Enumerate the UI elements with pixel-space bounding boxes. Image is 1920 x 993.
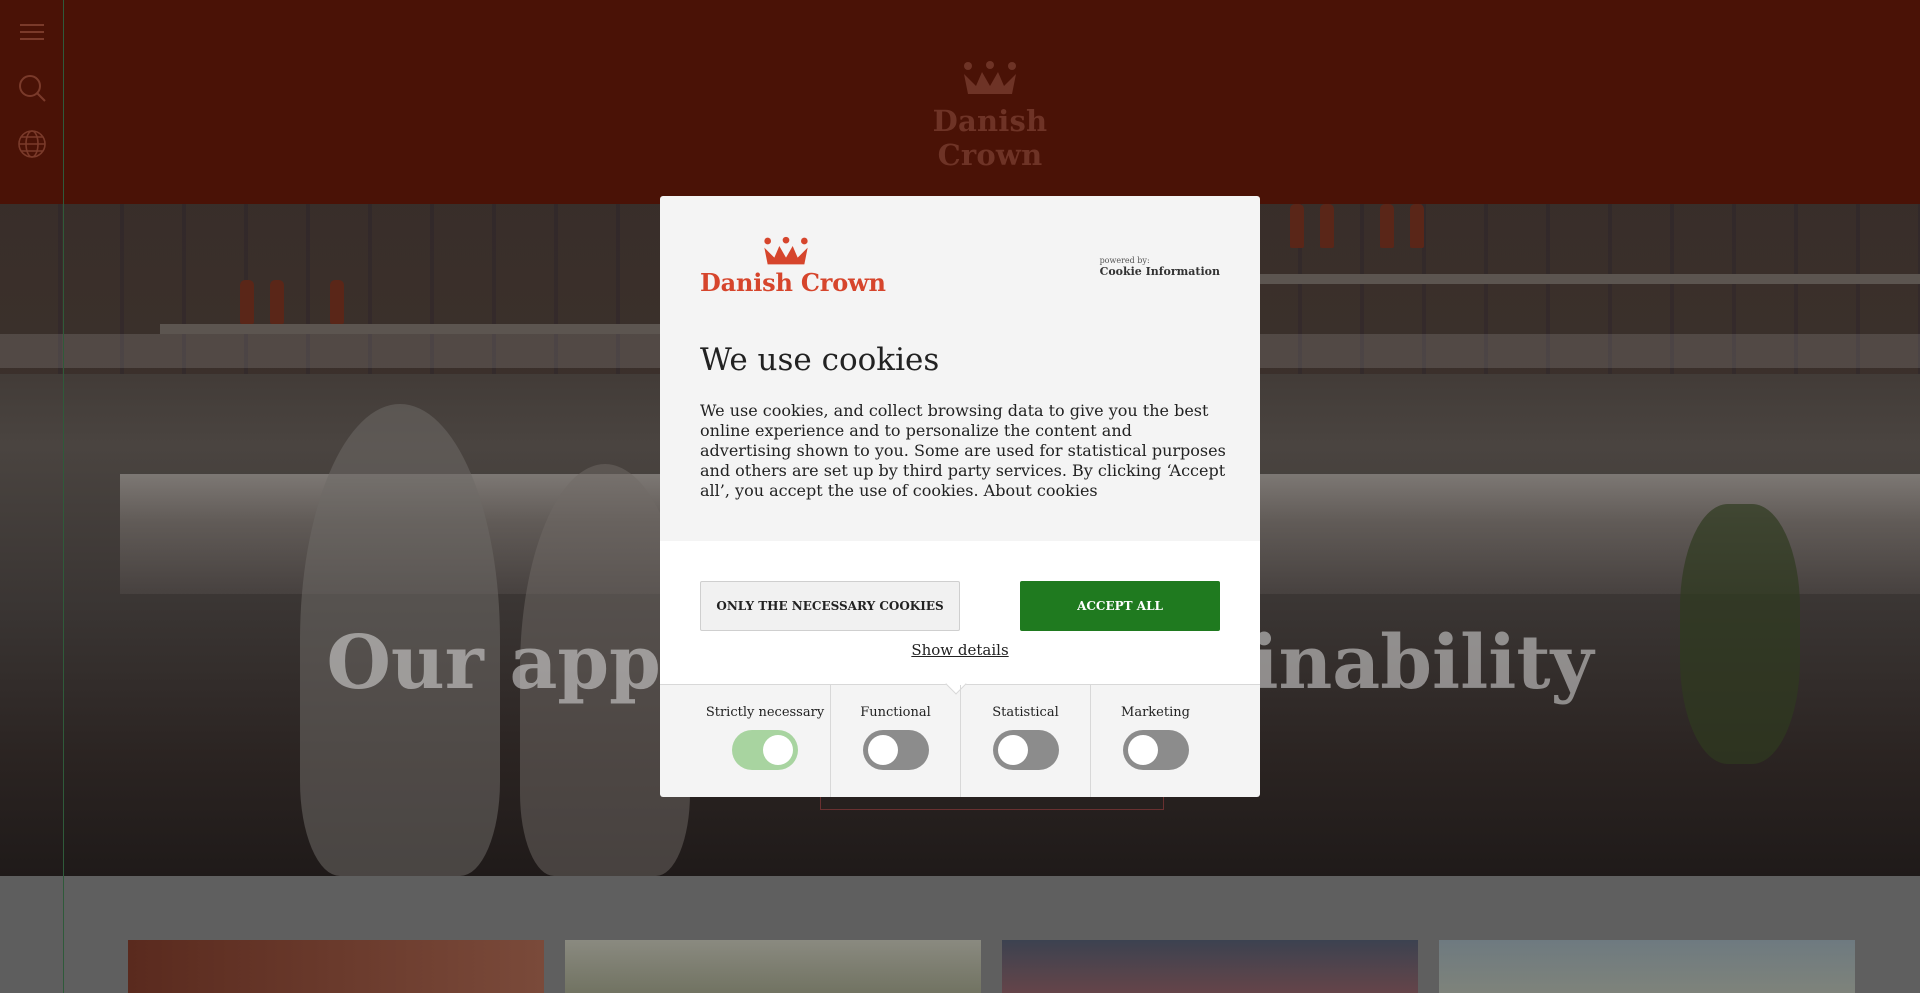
site-logo[interactable]: Danish Crown	[880, 60, 1100, 172]
crown-icon	[764, 236, 808, 265]
site-logo-text: Danish Crown	[932, 104, 1048, 172]
show-details-link[interactable]: Show details	[660, 641, 1260, 659]
only-necessary-button[interactable]: ONLY THE NECESSARY COOKIES	[700, 581, 960, 631]
powered-by[interactable]: powered by: Cookie Information	[1100, 256, 1220, 278]
hero-bottle	[1380, 204, 1394, 248]
menu-icon[interactable]	[16, 16, 48, 48]
hero-shelf	[160, 324, 720, 334]
category-label: Marketing	[1121, 705, 1190, 720]
toggle-knob	[867, 735, 898, 765]
category-label: Statistical	[992, 705, 1059, 720]
teaser-card[interactable]	[1439, 940, 1855, 993]
cookie-dialog-logo: Danish Crown	[700, 236, 890, 297]
category-statistical: Statistical	[960, 685, 1090, 797]
marketing-toggle[interactable]	[1122, 730, 1189, 770]
site-header: Danish Crown	[0, 0, 1920, 204]
category-marketing: Marketing	[1090, 685, 1220, 797]
teaser-card[interactable]	[128, 940, 544, 993]
hero-shelf	[1200, 274, 1920, 284]
hero-bottle	[1290, 204, 1304, 248]
category-label: Strictly necessary	[705, 705, 825, 720]
toggle-knob	[763, 735, 793, 765]
cookie-dialog-body: We use cookies, and collect browsing dat…	[700, 401, 1226, 500]
category-functional: Functional	[830, 685, 960, 797]
category-strictly-necessary: Strictly necessary	[700, 685, 830, 797]
hero-bottle	[1320, 204, 1334, 248]
toggle-knob	[997, 735, 1028, 765]
cookie-categories: Strictly necessary Functional Statistica…	[660, 685, 1260, 797]
hero-bottle	[1410, 204, 1424, 248]
hero-bottle	[270, 280, 284, 324]
hero-bottle	[330, 280, 344, 324]
accept-all-button[interactable]: ACCEPT ALL	[1020, 581, 1220, 631]
functional-toggle[interactable]	[862, 730, 929, 770]
side-rail	[0, 0, 64, 993]
statistical-toggle[interactable]	[992, 730, 1059, 770]
cookie-dialog-header: Danish Crown powered by: Cookie Informat…	[660, 196, 1260, 541]
cookie-dialog: Danish Crown powered by: Cookie Informat…	[660, 196, 1260, 797]
toggle-knob	[1127, 735, 1158, 765]
cookie-dialog-title: We use cookies	[700, 342, 940, 378]
cookie-dialog-logo-text: Danish Crown	[700, 268, 886, 297]
category-label: Functional	[860, 705, 931, 720]
powered-by-name: Cookie Information	[1099, 265, 1220, 278]
teaser-card[interactable]	[1002, 940, 1418, 993]
crown-icon	[964, 61, 1016, 94]
powered-by-label: powered by:	[1099, 256, 1150, 265]
strictly-necessary-toggle[interactable]	[732, 730, 798, 770]
globe-icon[interactable]	[16, 128, 48, 160]
hero-bottle	[240, 280, 254, 324]
teaser-card[interactable]	[565, 940, 981, 993]
search-icon[interactable]	[16, 72, 48, 104]
